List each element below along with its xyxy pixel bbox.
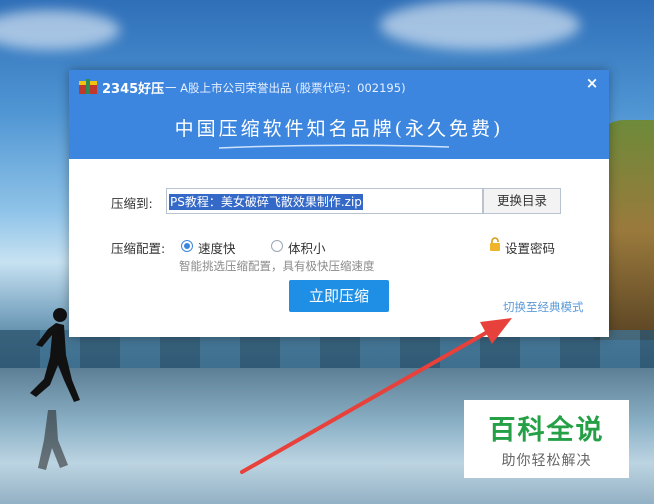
compress-dialog: 2345好压 一 A股上市公司荣誉出品 (股票代码：002195) × 中国压缩… bbox=[69, 70, 609, 337]
slogan-underline bbox=[219, 144, 449, 149]
set-password-link[interactable]: 设置密码 bbox=[505, 238, 555, 257]
lock-icon[interactable] bbox=[489, 237, 501, 251]
close-icon[interactable]: × bbox=[583, 74, 601, 92]
output-path-input[interactable]: PS教程：美女破碎飞散效果制作.zip bbox=[166, 188, 483, 214]
radio-small[interactable] bbox=[271, 240, 283, 252]
option-small-label[interactable]: 体积小 bbox=[288, 238, 326, 257]
watermark-logo: 百科全说 助你轻松解决 bbox=[464, 400, 629, 478]
watermark-main-text: 百科全说 bbox=[488, 415, 605, 446]
slogan-banner: 中国压缩软件知名品牌(永久免费) bbox=[174, 118, 504, 140]
app-logo-icon bbox=[79, 79, 97, 94]
output-path-value: PS教程：美女破碎飞散效果制作.zip bbox=[169, 194, 363, 210]
app-title: 2345好压 bbox=[102, 82, 165, 97]
compress-config-label: 压缩配置: bbox=[111, 241, 166, 256]
change-directory-button[interactable]: 更换目录 bbox=[483, 188, 561, 214]
config-hint: 智能挑选压缩配置，具有极快压缩速度 bbox=[179, 259, 375, 273]
option-fast-label[interactable]: 速度快 bbox=[198, 238, 236, 257]
dialog-header: 2345好压 一 A股上市公司荣誉出品 (股票代码：002195) × 中国压缩… bbox=[69, 70, 609, 159]
runner-reflection bbox=[38, 410, 68, 470]
radio-fast[interactable] bbox=[181, 240, 193, 252]
cloud bbox=[0, 10, 120, 50]
watermark-sub-text: 助你轻松解决 bbox=[501, 453, 592, 469]
compress-to-label: 压缩到: bbox=[111, 196, 153, 211]
cloud bbox=[380, 0, 580, 50]
app-subtitle: 一 A股上市公司荣誉出品 (股票代码：002195) bbox=[165, 81, 406, 95]
